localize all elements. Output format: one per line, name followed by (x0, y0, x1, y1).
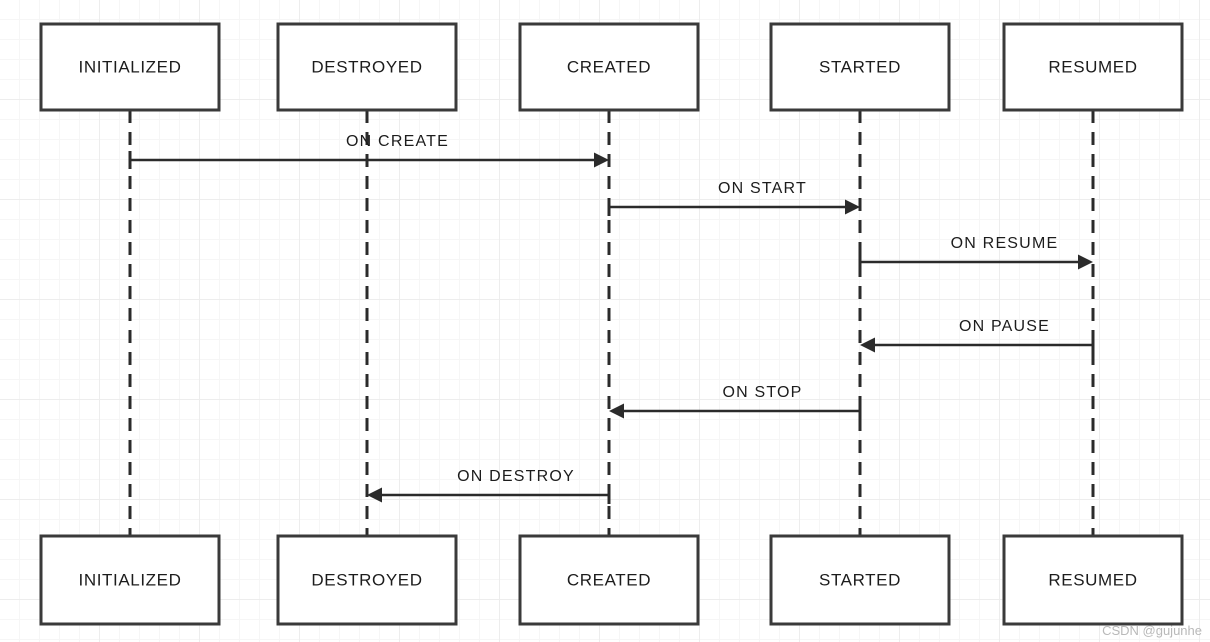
sequence-diagram-canvas: ON CREATE ON START ON RESUME ON PAUSE ON STO… (0, 0, 1210, 642)
message-on-stop[interactable]: ON STOP (609, 384, 862, 420)
message-label: ON DESTROY (457, 468, 575, 485)
participant-label: STARTED (819, 57, 901, 76)
arrowhead-icon (367, 487, 382, 503)
participant-label: RESUMED (1048, 570, 1137, 589)
participant-label: DESTROYED (311, 570, 422, 589)
arrowhead-icon (845, 199, 860, 215)
message-label: ON START (718, 180, 807, 197)
participant-box-bottom-created[interactable]: CREATED (518, 534, 700, 626)
participant-box-top-created[interactable]: CREATED (518, 22, 700, 112)
message-on-pause[interactable]: ON PAUSE (860, 318, 1095, 354)
message-on-destroy[interactable]: ON DESTROY (367, 468, 611, 504)
participant-label: INITIALIZED (79, 570, 182, 589)
message-on-start[interactable]: ON START (607, 180, 860, 216)
participant-label: CREATED (567, 570, 651, 589)
participant-box-bottom-started[interactable]: STARTED (769, 534, 951, 626)
message-label: ON RESUME (951, 235, 1059, 252)
participant-label: INITIALIZED (79, 57, 182, 76)
sequence-diagram-svg: ON CREATE ON START ON RESUME ON PAUSE ON STO… (39, 22, 1184, 626)
message-label: ON PAUSE (959, 318, 1050, 335)
participant-box-bottom-destroyed[interactable]: DESTROYED (276, 534, 458, 626)
lifelines-layer (128, 110, 1095, 536)
participant-box-top-started[interactable]: STARTED (769, 22, 951, 112)
arrowhead-icon (609, 403, 624, 419)
participant-box-top-destroyed[interactable]: DESTROYED (276, 22, 458, 112)
participant-box-top-resumed[interactable]: RESUMED (1002, 22, 1184, 112)
arrowhead-icon (860, 337, 875, 353)
message-label: ON CREATE (346, 133, 449, 150)
message-on-resume[interactable]: ON RESUME (858, 235, 1093, 271)
arrowhead-icon (1078, 254, 1093, 270)
participant-label: RESUMED (1048, 57, 1137, 76)
messages-layer: ON CREATE ON START ON RESUME ON PAUSE ON STO… (128, 133, 1095, 504)
participant-box-bottom-initialized[interactable]: INITIALIZED (39, 534, 221, 626)
message-on-create[interactable]: ON CREATE (128, 133, 609, 169)
arrowhead-icon (594, 152, 609, 168)
participant-box-bottom-resumed[interactable]: RESUMED (1002, 534, 1184, 626)
participant-label: DESTROYED (311, 57, 422, 76)
message-label: ON STOP (722, 384, 802, 401)
participant-box-top-initialized[interactable]: INITIALIZED (39, 22, 221, 112)
top-boxes-layer: INITIALIZED DESTROYED CREATED STARTED RESUME… (39, 22, 1184, 112)
bottom-boxes-layer: INITIALIZED DESTROYED CREATED STARTED RESUME… (39, 534, 1184, 626)
participant-label: STARTED (819, 570, 901, 589)
participant-label: CREATED (567, 57, 651, 76)
